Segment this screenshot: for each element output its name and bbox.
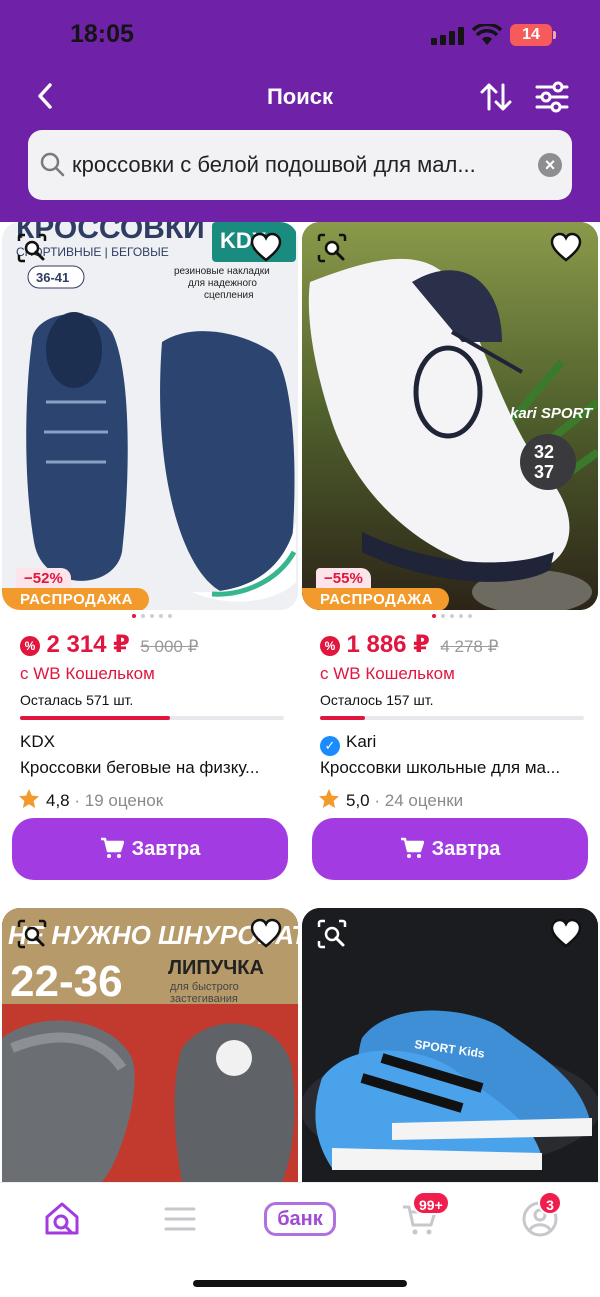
rating: 4,8 · 19 оценок xyxy=(18,788,163,811)
status-time: 18:05 xyxy=(70,20,134,48)
bank-button[interactable]: банк xyxy=(264,1202,336,1236)
image-note: резиновые накладки xyxy=(174,266,270,277)
old-price: 5 000 ₽ xyxy=(140,637,199,656)
discount-badge: −52% xyxy=(16,568,71,589)
stock-label: Осталась 571 шт. xyxy=(20,692,134,708)
product-image[interactable]: SPORT Kids xyxy=(302,908,598,1182)
svg-text:для надежного: для надежного xyxy=(188,278,257,289)
product-image[interactable]: КРОССОВКИ СПОРТИВНЫЕ | БЕГОВЫЕ KDX 36-41… xyxy=(2,222,298,610)
battery-icon: 14 xyxy=(510,24,556,46)
image-size: 22-36 xyxy=(10,957,123,1006)
top-header: 18:05 14 Поиск кроссовки с белой подошво… xyxy=(0,0,600,222)
product-image[interactable]: НЕ НУЖНО ШНУРОВАТЬ 22-36 ЛИПУЧКА для быс… xyxy=(2,908,298,1182)
image-pager xyxy=(132,614,172,620)
price-row: % 1 886 ₽ 4 278 ₽ xyxy=(320,630,498,659)
heart-icon[interactable] xyxy=(250,232,282,264)
search-query: кроссовки с белой подошвой для мал... xyxy=(72,152,476,177)
current-price: 2 314 ₽ xyxy=(46,631,130,658)
visual-search-icon[interactable] xyxy=(316,232,348,264)
discount-percent-icon: % xyxy=(320,636,340,656)
svg-text:сцепления: сцепления xyxy=(204,290,254,301)
signal-icon xyxy=(431,27,465,45)
image-size-bottom: 37 xyxy=(534,462,554,482)
sale-badge: РАСПРОДАЖА xyxy=(2,588,149,610)
search-icon xyxy=(40,152,65,177)
status-bar: 18:05 14 xyxy=(0,0,600,70)
cart-badge: 99+ xyxy=(412,1191,450,1215)
add-to-cart-button[interactable]: Завтра xyxy=(312,818,588,880)
cart-icon xyxy=(100,837,124,858)
wallet-label: с WB Кошельком xyxy=(20,664,155,683)
current-price: 1 886 ₽ xyxy=(346,631,430,658)
visual-search-icon[interactable] xyxy=(316,918,348,950)
image-logo: kari SPORT xyxy=(510,405,594,422)
home-icon[interactable] xyxy=(42,1199,82,1239)
stock-bar xyxy=(320,716,584,720)
search-input[interactable]: кроссовки с белой подошвой для мал... × xyxy=(28,130,572,200)
brand-name: KDX xyxy=(20,732,55,751)
old-price: 4 278 ₽ xyxy=(440,637,499,656)
heart-icon[interactable] xyxy=(250,918,282,950)
heart-icon[interactable] xyxy=(550,918,582,950)
product-image-art: КРОССОВКИ СПОРТИВНЫЕ | БЕГОВЫЕ KDX 36-41… xyxy=(2,222,298,610)
product-image[interactable]: 32 37 kari SPORT −55% РАСПРОДАЖА xyxy=(302,222,598,610)
image-pager xyxy=(432,614,472,620)
add-to-cart-button[interactable]: Завтра xyxy=(12,818,288,880)
brand-name: ✓ Kari xyxy=(320,732,376,756)
product-title[interactable]: Кроссовки беговые на физку... xyxy=(20,758,282,778)
image-size-top: 32 xyxy=(534,442,554,462)
image-caption-2: ЛИПУЧКА xyxy=(168,957,264,979)
stock-bar-fill xyxy=(320,716,365,720)
discount-percent-icon: % xyxy=(20,636,40,656)
stock-bar xyxy=(20,716,284,720)
catalog-icon[interactable] xyxy=(160,1199,200,1239)
bottom-navigation: банк 99+ 3 xyxy=(0,1182,600,1297)
sort-icon[interactable] xyxy=(478,79,514,115)
clear-icon[interactable]: × xyxy=(538,153,562,177)
wallet-label: с WB Кошельком xyxy=(320,664,455,683)
image-caption-3: для быстрого xyxy=(170,981,239,993)
filter-icon[interactable] xyxy=(534,79,570,115)
cart-icon xyxy=(400,837,424,858)
product-title[interactable]: Кроссовки школьные для ма... xyxy=(320,758,582,778)
wifi-icon xyxy=(472,24,502,45)
rating: 5,0 · 24 оценки xyxy=(318,788,463,811)
verified-icon: ✓ xyxy=(320,736,340,756)
star-icon xyxy=(19,789,39,808)
discount-badge: −55% xyxy=(316,568,371,589)
star-icon xyxy=(319,789,339,808)
visual-search-icon[interactable] xyxy=(16,232,48,264)
heart-icon[interactable] xyxy=(550,232,582,264)
price-row: % 2 314 ₽ 5 000 ₽ xyxy=(20,630,198,659)
image-size: 36-41 xyxy=(36,270,69,285)
product-image-art: 32 37 kari SPORT xyxy=(302,222,598,610)
sale-badge: РАСПРОДАЖА xyxy=(302,588,449,610)
stock-label: Осталось 157 шт. xyxy=(320,692,434,708)
stock-bar-fill xyxy=(20,716,171,720)
profile-badge: 3 xyxy=(538,1191,562,1215)
visual-search-icon[interactable] xyxy=(16,918,48,950)
home-indicator xyxy=(193,1280,407,1287)
svg-text:застегивания: застегивания xyxy=(170,993,238,1005)
